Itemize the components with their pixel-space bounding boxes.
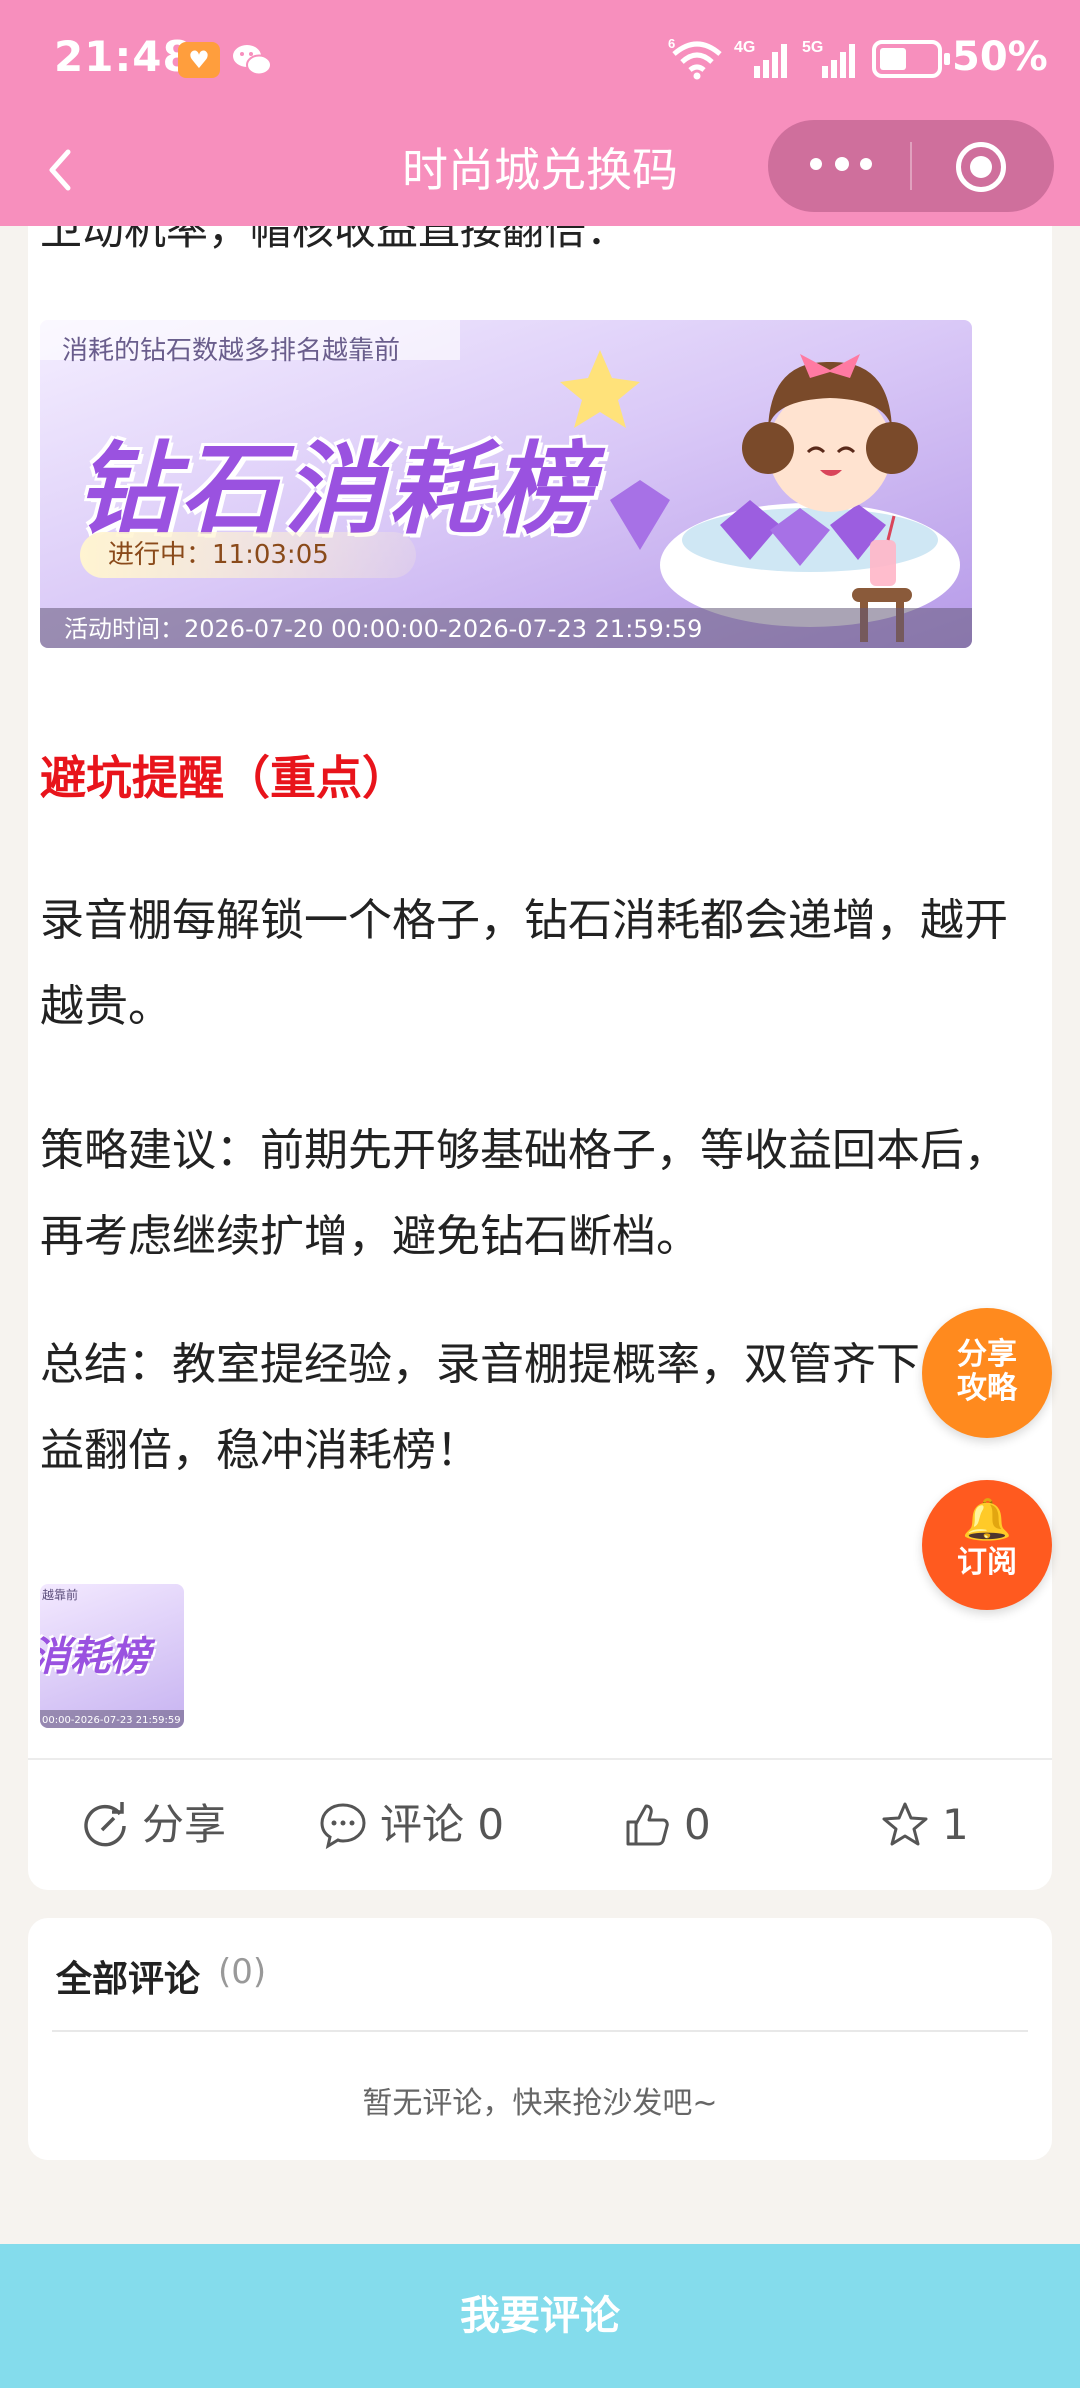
thumb-top-text: 越靠前: [42, 1588, 79, 1602]
share-button[interactable]: 分享: [80, 1790, 240, 1860]
paragraph: 策略建议：前期先开够基础格子，等收益回本后，再考虑继续扩增，避免钻石断档。: [40, 1125, 1008, 1262]
favorite-count: 1: [942, 1800, 969, 1849]
comments-empty-text: 暂无评论，快来抢沙发吧~: [362, 2086, 718, 2121]
wifi-label: 6: [668, 36, 675, 51]
comments-count: (0): [218, 1952, 267, 1992]
like-button[interactable]: 0: [622, 1790, 742, 1860]
share-guide-float-button[interactable]: 分享攻略: [922, 1308, 1052, 1438]
paragraph: 总结：教室提经验，录音棚提概率，双管齐下，收益翻倍，稳冲消耗榜！: [40, 1339, 1008, 1476]
subscribe-float-button[interactable]: 🔔 订阅: [922, 1480, 1052, 1610]
status-time: 21:48: [54, 32, 193, 81]
share-label: 分享: [142, 1800, 227, 1849]
write-comment-button[interactable]: 我要评论: [0, 2244, 1080, 2388]
top-bar: 21:48 ♥ 6 4G 5G 50% 时尚城兑换码: [0, 0, 1080, 226]
battery-percent: 50%: [952, 34, 1048, 80]
banner-subtitle: 消耗的钻石数越多排名越靠前: [62, 336, 401, 366]
comments-title: 全部评论: [56, 1959, 201, 2000]
thumbs-up-icon: [626, 1804, 669, 1846]
nav-bar: 时尚城兑换码: [0, 120, 1080, 226]
event-banner-image[interactable]: 消耗的钻石数越多排名越靠前 钻石消耗榜 进行中：11:03:05 活动时间：20…: [40, 320, 972, 648]
bell-icon: 🔔: [962, 1497, 1012, 1543]
share-guide-label: 分享攻略: [957, 1337, 1017, 1406]
star-icon: [882, 1802, 928, 1846]
signal-4g-label: 4G: [734, 39, 755, 56]
mini-program-capsule: [768, 120, 1054, 212]
favorite-button[interactable]: 1: [880, 1790, 1000, 1860]
more-icon[interactable]: [810, 157, 872, 174]
signal-5g-icon: 5G: [802, 39, 855, 78]
comment-label: 评论 0: [380, 1800, 505, 1849]
banner-progress: 进行中：11:03:05: [80, 532, 416, 578]
signal-5g-label: 5G: [802, 39, 823, 56]
close-target-icon[interactable]: [956, 142, 1006, 192]
like-count: 0: [684, 1800, 711, 1849]
comment-icon: [320, 1803, 366, 1850]
subscribe-label: 订阅: [957, 1545, 1017, 1580]
wechat-icon: [233, 45, 272, 76]
wifi-icon: 6: [668, 36, 722, 80]
paragraph: 录音棚每解锁一个格子，钻石消耗都会递增，越开越贵。: [40, 895, 1008, 1032]
section-title: 避坑提醒（重点）: [40, 751, 408, 805]
thumb-title: 消耗榜: [40, 1634, 150, 1680]
signal-4g-icon: 4G: [734, 39, 787, 78]
status-bar: 21:48 ♥ 6 4G 5G 50%: [0, 0, 1080, 120]
thumb-time: 00:00-2026-07-23 21:59:59: [42, 1715, 181, 1726]
capsule-divider: [910, 142, 912, 190]
comments-section: 全部评论 (0) 暂无评论，快来抢沙发吧~: [28, 1918, 1052, 2160]
app-notification-icon: ♥: [178, 42, 220, 78]
comment-button[interactable]: 评论 0: [318, 1790, 538, 1860]
divider: [28, 1758, 1052, 1760]
battery-icon: [872, 40, 950, 78]
thumbnail-image[interactable]: 越靠前 消耗榜 00:00-2026-07-23 21:59:59: [40, 1584, 184, 1728]
banner-time: 活动时间：2026-07-20 00:00:00-2026-07-23 21:5…: [64, 615, 703, 643]
article-card: 卫动机率，帽核收益直接翻倍： 消耗的钻石数越多排名越靠前 钻石消耗榜 进行中：1…: [28, 150, 1052, 1890]
share-icon: [84, 1802, 126, 1847]
divider: [52, 2030, 1028, 2032]
